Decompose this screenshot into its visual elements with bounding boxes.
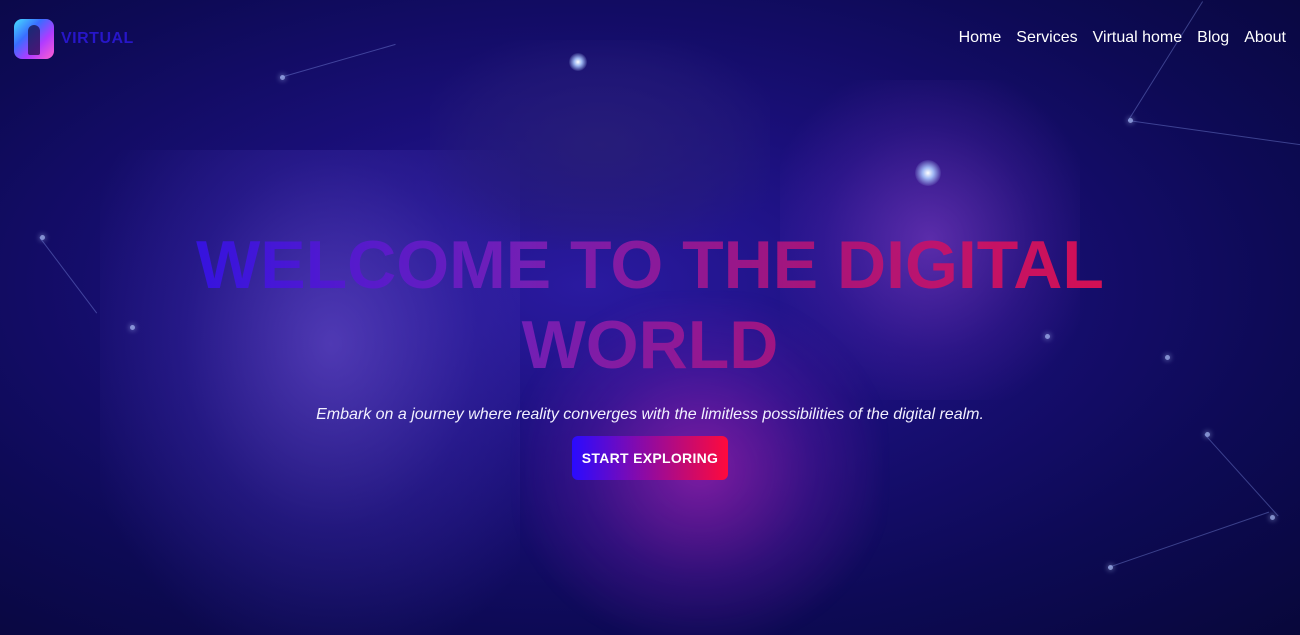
brand-logo[interactable]: VIRTUAL	[14, 19, 134, 59]
nav-item-blog[interactable]: Blog	[1197, 29, 1229, 47]
hero-subtitle: Embark on a journey where reality conver…	[316, 406, 984, 423]
hero-title-line-2: WORLD	[521, 307, 779, 383]
nav-item-services[interactable]: Services	[1016, 29, 1077, 47]
start-exploring-button[interactable]: START EXPLORING	[572, 436, 728, 480]
site-header: VIRTUAL Home Services Virtual home Blog …	[0, 0, 1300, 76]
vr-headset-logo-icon	[14, 19, 54, 59]
hero-title-line-1: WELCOME TO THE DIGITAL	[196, 227, 1104, 303]
nav-item-home[interactable]: Home	[959, 29, 1002, 47]
nav-item-virtual-home[interactable]: Virtual home	[1093, 29, 1183, 47]
main-nav: Home Services Virtual home Blog About	[959, 29, 1286, 47]
nav-item-about[interactable]: About	[1244, 29, 1286, 47]
brand-name: VIRTUAL	[61, 30, 134, 47]
hero-title: WELCOME TO THE DIGITAL WORLD	[130, 225, 1170, 385]
page: VIRTUAL Home Services Virtual home Blog …	[0, 0, 1300, 635]
